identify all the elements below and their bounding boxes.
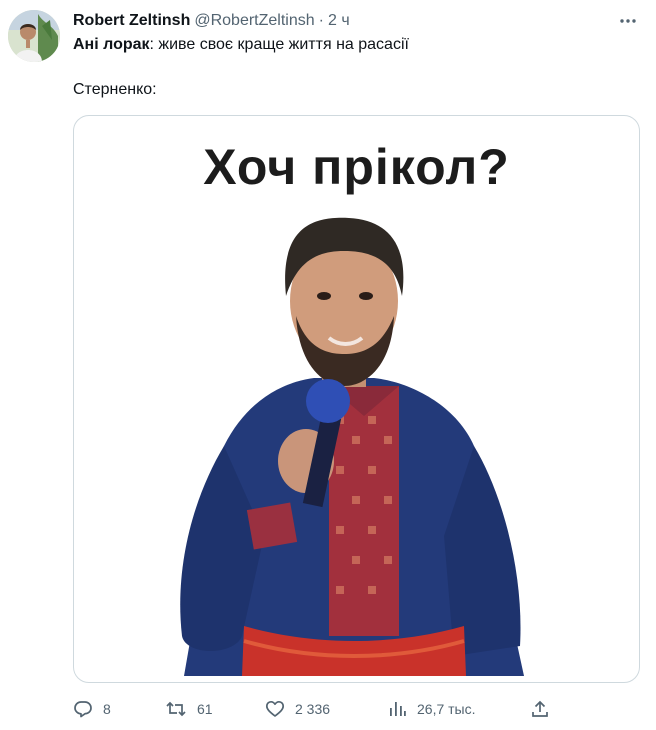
- views-button[interactable]: 26,7 тыс.: [387, 698, 476, 720]
- separator-dot: ·: [318, 12, 324, 29]
- retweet-count: 61: [197, 701, 213, 717]
- retweet-button[interactable]: 61: [165, 698, 213, 720]
- tweet-text-line-2: Стерненко:: [73, 81, 157, 98]
- retweet-icon: [166, 701, 186, 717]
- tweet: Robert Zeltinsh @RobertZeltinsh · 2 ч Ан…: [0, 0, 656, 730]
- reply-button[interactable]: 8: [73, 698, 111, 720]
- meme-figure-illustration: [180, 217, 524, 676]
- views-count: 26,7 тыс.: [417, 701, 476, 717]
- heart-icon: [265, 700, 285, 717]
- more-horizontal-icon[interactable]: [614, 10, 642, 32]
- like-count: 2 336: [295, 701, 331, 717]
- image-caption: Хоч прікол?: [203, 139, 510, 195]
- tweet-actions: 8 61 2 336 26,7 тыс.: [73, 698, 633, 722]
- like-button[interactable]: 2 336: [265, 698, 330, 720]
- tweet-header: Robert Zeltinsh @RobertZeltinsh · 2 ч: [73, 10, 606, 32]
- avatar[interactable]: [8, 10, 60, 62]
- tweet-image[interactable]: Хоч прікол?: [73, 115, 640, 683]
- tweet-text-bold: Ані лорак: [73, 36, 150, 53]
- author-name[interactable]: Robert Zeltinsh: [73, 12, 190, 30]
- reply-icon: [74, 701, 92, 718]
- share-button[interactable]: [530, 698, 550, 720]
- tweet-time[interactable]: 2 ч: [328, 12, 350, 30]
- author-handle[interactable]: @RobertZeltinsh: [194, 12, 314, 30]
- tweet-text-rest: : живе своє краще життя на расасії: [149, 36, 409, 53]
- share-icon: [532, 700, 548, 717]
- views-chart-icon: [390, 702, 406, 716]
- reply-count: 8: [103, 701, 111, 717]
- tweet-text-line-1: Ані лорак: живе своє краще життя на раса…: [73, 35, 409, 55]
